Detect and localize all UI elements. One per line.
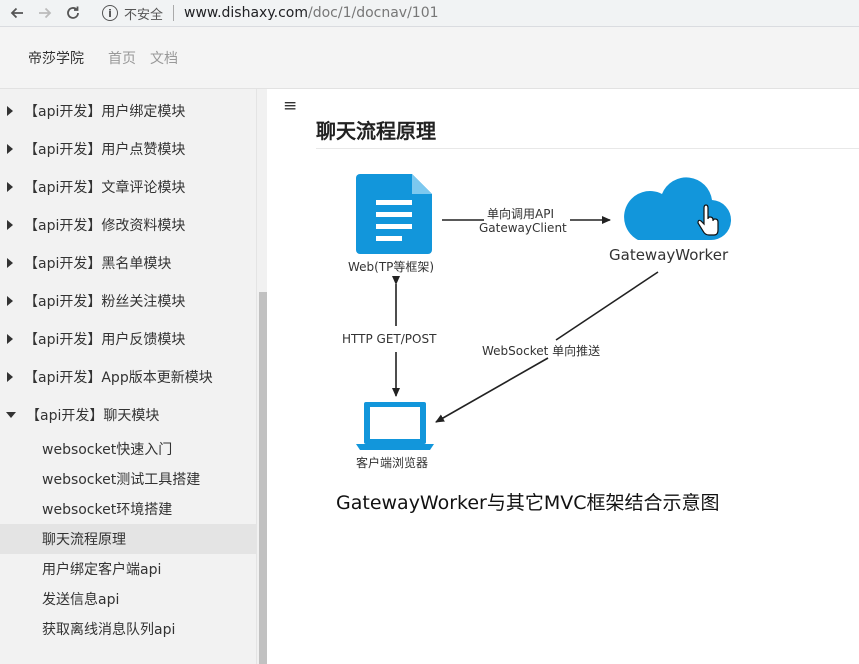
caret-right-icon	[7, 296, 13, 306]
scrollbar-thumb[interactable]	[259, 292, 267, 664]
sidebar-section[interactable]: 【api开发】修改资料模块	[0, 206, 256, 244]
sidebar-section-label: 【api开发】文章评论模块	[24, 180, 186, 196]
sidebar-section-label: 【api开发】用户反馈模块	[24, 332, 186, 348]
diagram-caption: GatewayWorker与其它MVC框架结合示意图	[336, 492, 720, 514]
sidebar-item[interactable]: 获取离线消息队列api	[0, 614, 256, 644]
site-header: 帝莎学院 首页 文档	[0, 27, 859, 89]
sidebar-section-chat[interactable]: 【api开发】聊天模块	[0, 396, 256, 434]
url-host: www.dishaxy.com	[184, 5, 308, 21]
sidebar-item[interactable]: websocket快速入门	[0, 434, 256, 464]
architecture-diagram: Web(TP等框架) GatewayWorker 客户端浏览器 单向调用API …	[316, 160, 859, 530]
sidebar-section[interactable]: 【api开发】用户点赞模块	[0, 130, 256, 168]
sidebar-section-label: 【api开发】粉丝关注模块	[24, 294, 186, 310]
arrow-ws-top	[555, 271, 659, 341]
address-divider	[173, 5, 175, 21]
sidebar-item[interactable]: websocket环境搭建	[0, 494, 256, 524]
sidebar-section-label: 【api开发】黑名单模块	[24, 256, 172, 272]
caret-right-icon	[7, 220, 13, 230]
sidebar-section[interactable]: 【api开发】粉丝关注模块	[0, 282, 256, 320]
caret-right-icon	[7, 144, 13, 154]
sidebar-section[interactable]: 【api开发】App版本更新模块	[0, 358, 256, 396]
caret-right-icon	[7, 182, 13, 192]
laptop-icon	[356, 402, 434, 450]
reload-icon	[67, 6, 79, 19]
arrow-right-icon	[39, 7, 52, 19]
sidebar-section-label: 【api开发】用户绑定模块	[24, 104, 186, 120]
browser-toolbar: i 不安全 www.dishaxy.com/doc/1/docnav/101	[0, 0, 859, 27]
sidebar-scrollbar[interactable]	[256, 89, 267, 664]
info-icon[interactable]: i	[102, 5, 118, 21]
site-brand[interactable]: 帝莎学院	[28, 48, 84, 68]
security-status: 不安全	[124, 7, 164, 23]
arrow-left-icon	[10, 7, 23, 19]
back-button[interactable]	[6, 2, 28, 24]
arrow-ws-bottom	[435, 357, 549, 423]
caret-right-icon	[7, 372, 13, 382]
nav-docs[interactable]: 文档	[150, 48, 178, 68]
sidebar-section[interactable]: 【api开发】黑名单模块	[0, 244, 256, 282]
arrow-api-label-2: GatewayClient	[479, 221, 567, 235]
sidebar-item[interactable]: 发送信息api	[0, 584, 256, 614]
sidebar-item[interactable]: 用户绑定客户端api	[0, 554, 256, 584]
sidebar-section-label: 【api开发】修改资料模块	[24, 218, 186, 234]
reload-button[interactable]	[62, 2, 84, 24]
caret-down-icon	[6, 412, 16, 418]
caret-right-icon	[7, 334, 13, 344]
web-node-label: Web(TP等框架)	[348, 260, 435, 274]
caret-right-icon	[7, 258, 13, 268]
client-node-label: 客户端浏览器	[356, 456, 429, 470]
sidebar-item[interactable]: websocket测试工具搭建	[0, 464, 256, 494]
sidebar-section-label: 【api开发】聊天模块	[26, 408, 160, 424]
menu-toggle-icon[interactable]: ≡	[283, 96, 297, 116]
forward-button[interactable]	[34, 2, 56, 24]
sidebar-section[interactable]: 【api开发】用户反馈模块	[0, 320, 256, 358]
sidebar-section-label: 【api开发】用户点赞模块	[24, 142, 186, 158]
address-bar[interactable]: i 不安全 www.dishaxy.com/doc/1/docnav/101	[102, 2, 439, 24]
sidebar-section[interactable]: 【api开发】文章评论模块	[0, 168, 256, 206]
sidebar-section[interactable]: 【api开发】用户绑定模块	[0, 92, 256, 130]
caret-right-icon	[7, 106, 13, 116]
diagram-graphics	[356, 174, 732, 450]
arrow-ws-label: WebSocket 单向推送	[482, 344, 601, 358]
gateway-node-label: GatewayWorker	[609, 246, 729, 264]
sidebar-section-label: 【api开发】App版本更新模块	[24, 370, 213, 386]
nav-home[interactable]: 首页	[108, 48, 136, 68]
page-title: 聊天流程原理	[316, 119, 436, 143]
arrow-api-label-1: 单向调用API	[487, 207, 554, 221]
sidebar-item-active[interactable]: 聊天流程原理	[0, 524, 256, 554]
arrow-http-label: HTTP GET/POST	[342, 332, 437, 346]
doc-sidebar: 【api开发】用户绑定模块 【api开发】用户点赞模块 【api开发】文章评论模…	[0, 89, 256, 664]
url-path: /doc/1/docnav/101	[307, 5, 439, 21]
document-icon	[356, 174, 432, 254]
title-divider	[316, 148, 859, 149]
